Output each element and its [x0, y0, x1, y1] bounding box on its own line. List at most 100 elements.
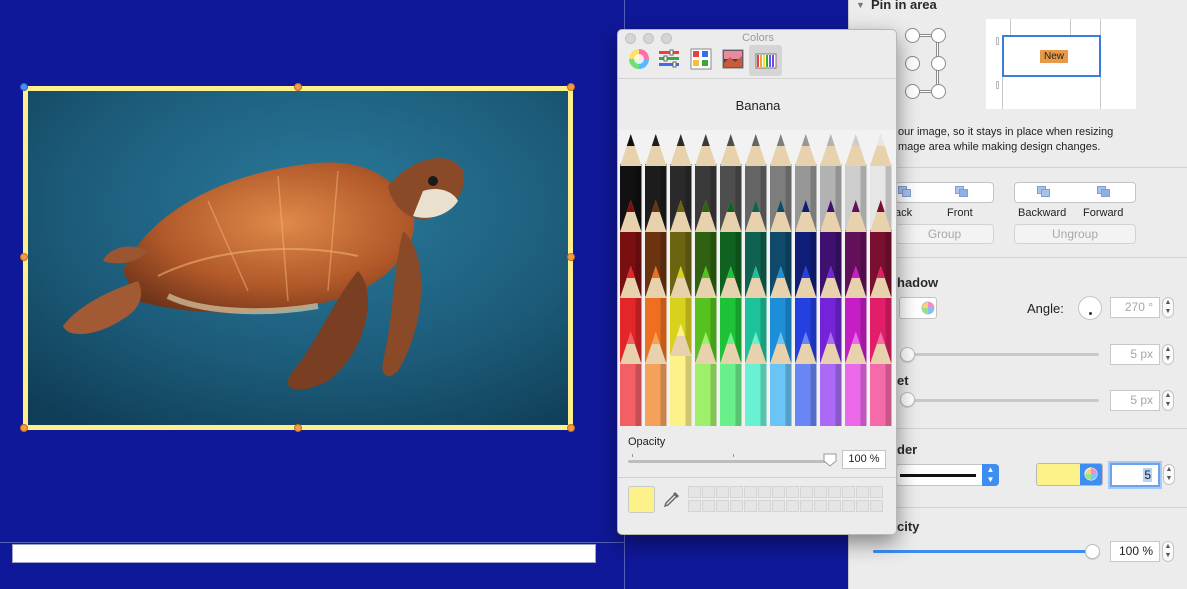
swatch-cell[interactable] [786, 486, 799, 498]
shadow-offset-knob[interactable] [900, 392, 915, 407]
opacity-field[interactable]: 100 % [1110, 541, 1160, 562]
swatch-cell[interactable] [800, 500, 813, 512]
resize-handle-bottom[interactable] [294, 424, 302, 432]
pin-connector [919, 90, 932, 93]
send-backward-icon[interactable] [1037, 186, 1051, 198]
border-width-value: 5 [1143, 468, 1152, 482]
opacity-heading: city [897, 519, 920, 534]
swatch-cell[interactable] [814, 500, 827, 512]
colors-opacity-field[interactable]: 100 % [842, 450, 886, 469]
panel-title: Colors [742, 32, 774, 44]
pin-middle-left[interactable] [905, 56, 920, 71]
colors-opacity-track[interactable] [628, 460, 832, 463]
swatch-cell[interactable] [814, 486, 827, 498]
swatch-cell[interactable] [688, 500, 701, 512]
group-button[interactable]: Group [895, 224, 994, 244]
bring-to-front-icon[interactable] [955, 186, 969, 198]
shadow-offset-field[interactable]: 5 px [1110, 390, 1160, 411]
swatch-cell[interactable] [842, 486, 855, 498]
swatch-cell[interactable] [856, 500, 869, 512]
color-palettes-tab-icon[interactable] [690, 48, 712, 70]
swatch-cell[interactable] [772, 500, 785, 512]
eyedropper-icon[interactable] [663, 490, 681, 508]
swatch-cell[interactable] [702, 500, 715, 512]
swatch-cell[interactable] [730, 486, 743, 498]
resize-handle-top-left[interactable] [20, 83, 28, 91]
pin-connector [936, 42, 939, 57]
color-wheel-icon [1084, 467, 1098, 481]
color-wheel-tab-icon[interactable] [628, 48, 650, 70]
angle-dial[interactable] [1078, 296, 1102, 320]
image-palettes-tab-icon[interactable] [722, 48, 744, 70]
opacity-stepper[interactable]: ▲ ▼ [1162, 541, 1174, 562]
canvas-text-box[interactable] [12, 544, 596, 563]
border-width-field[interactable]: 5 [1110, 463, 1160, 487]
swatch-cell[interactable] [730, 500, 743, 512]
swatch-cell[interactable] [772, 486, 785, 498]
pin-middle-right[interactable] [931, 56, 946, 71]
disclosure-triangle-icon[interactable]: ▼ [856, 0, 865, 10]
front-label[interactable]: Front [947, 207, 973, 219]
shadow-color-well[interactable] [899, 297, 937, 319]
swatch-cell[interactable] [758, 486, 771, 498]
swatch-cell[interactable] [842, 500, 855, 512]
pin-preview: New [986, 19, 1136, 109]
swatch-cell[interactable] [758, 500, 771, 512]
ungroup-button[interactable]: Ungroup [1014, 224, 1136, 244]
swatch-cell[interactable] [828, 500, 841, 512]
shadow-blur-knob[interactable] [900, 347, 915, 362]
pin-connector [919, 34, 932, 37]
shadow-offset-track[interactable] [907, 399, 1099, 402]
turtle-image[interactable] [23, 86, 573, 430]
shadow-blur-track[interactable] [907, 353, 1099, 356]
bring-forward-icon[interactable] [1097, 186, 1111, 198]
swatch-cell[interactable] [688, 486, 701, 498]
swatch-cell[interactable] [744, 500, 757, 512]
resize-handle-top-right[interactable] [567, 83, 575, 91]
forward-label[interactable]: Forward [1083, 207, 1123, 219]
resize-handle-bottom-left[interactable] [20, 424, 28, 432]
angle-label: Angle: [1027, 301, 1064, 316]
pin-connector [936, 70, 939, 85]
swatch-cell[interactable] [856, 486, 869, 498]
pin-top-left[interactable] [905, 28, 920, 43]
swatch-cell[interactable] [786, 500, 799, 512]
shadow-blur-field[interactable]: 5 px [1110, 344, 1160, 365]
opacity-fill [873, 550, 1093, 553]
swatch-cell[interactable] [702, 486, 715, 498]
panel-divider [618, 477, 896, 478]
pin-top-right[interactable] [931, 28, 946, 43]
swatch-cell[interactable] [716, 500, 729, 512]
swatch-cell[interactable] [744, 486, 757, 498]
swatch-cell[interactable] [870, 486, 883, 498]
resize-handle-bottom-right[interactable] [567, 424, 575, 432]
shadow-offset-stepper[interactable]: ▲ ▼ [1162, 390, 1174, 411]
color-sliders-tab-icon[interactable] [658, 48, 680, 70]
swatch-cell[interactable] [716, 486, 729, 498]
section-divider [849, 428, 1187, 429]
pin-bottom-right[interactable] [931, 84, 946, 99]
swatch-cell[interactable] [800, 486, 813, 498]
pencil-grid[interactable] [618, 130, 897, 426]
section-divider [849, 507, 1187, 508]
send-to-back-icon[interactable] [898, 186, 912, 198]
colors-panel: Colors Banana Opacity 100 % [617, 29, 897, 535]
back-label[interactable]: ack [895, 207, 912, 219]
border-color-well[interactable] [1036, 463, 1103, 486]
resize-handle-left[interactable] [20, 253, 28, 261]
backward-label[interactable]: Backward [1018, 207, 1066, 219]
swatch-cell[interactable] [870, 500, 883, 512]
angle-field[interactable]: 270 ° [1110, 297, 1160, 318]
border-width-stepper[interactable]: ▲ ▼ [1163, 464, 1175, 485]
angle-stepper[interactable]: ▲ ▼ [1162, 297, 1174, 318]
swatch-cell[interactable] [828, 486, 841, 498]
resize-handle-top[interactable] [294, 83, 302, 91]
opacity-knob[interactable] [1085, 544, 1100, 559]
shadow-blur-stepper[interactable]: ▲ ▼ [1162, 344, 1174, 365]
pin-bottom-left[interactable] [905, 84, 920, 99]
border-style-popup[interactable]: ▲ ▼ [895, 464, 999, 486]
resize-handle-right[interactable] [567, 253, 575, 261]
pencils-tab-icon[interactable] [755, 48, 777, 70]
colors-opacity-knob[interactable] [823, 453, 837, 467]
current-color-swatch[interactable] [628, 486, 655, 513]
